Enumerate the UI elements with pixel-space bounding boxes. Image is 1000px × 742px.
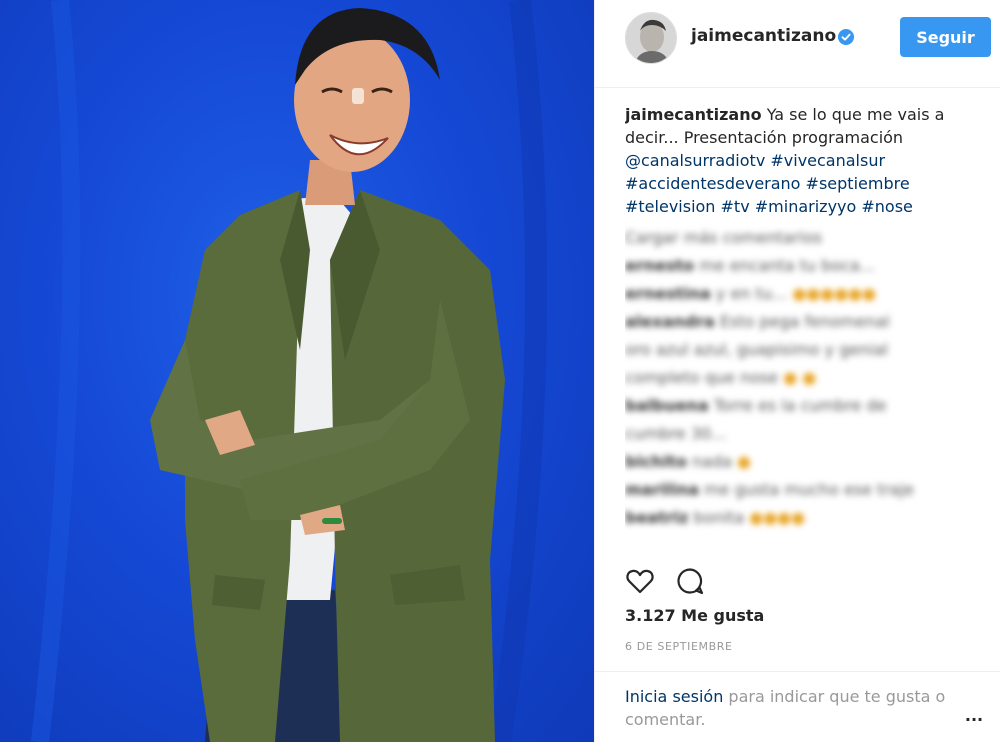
- likes-count[interactable]: 3.127 Me gusta: [625, 606, 764, 625]
- more-options-icon[interactable]: ...: [961, 708, 987, 726]
- username-link[interactable]: jaimecantizano: [691, 26, 836, 46]
- post-date: 6 DE SEPTIEMBRE: [625, 640, 733, 653]
- post-photo-illustration: [31, 0, 547, 742]
- follow-button[interactable]: Seguir: [900, 17, 991, 57]
- verified-badge-icon: [838, 29, 854, 45]
- login-link[interactable]: Inicia sesión: [625, 687, 723, 706]
- list-item: ernestina y en tu... ●●●●●●: [625, 284, 877, 303]
- comment-icon[interactable]: [675, 566, 705, 596]
- post-header: jaimecantizano Seguir: [595, 0, 1000, 88]
- caption-hashtags[interactable]: @canalsurradiotv #vivecanalsur #accident…: [625, 151, 913, 216]
- list-item: beatriz bonita ●●●●: [625, 508, 806, 527]
- list-item: ernesto me encanta tu boca...: [625, 256, 875, 275]
- post-actions: [625, 566, 715, 596]
- login-prompt: Inicia sesión para indicar que te gusta …: [625, 685, 955, 731]
- avatar[interactable]: [625, 12, 677, 64]
- post-side-panel: jaimecantizano Seguir jaimecantizano Ya …: [594, 0, 1000, 742]
- post-caption: jaimecantizano Ya se lo que me vais a de…: [625, 103, 987, 218]
- list-item: oro azul azul, guapisimo y genial: [625, 340, 889, 359]
- list-item: marilina me gusta mucho ese traje: [625, 480, 914, 499]
- list-item: bichito nada ●: [625, 452, 751, 471]
- list-item: alexandra Esto pega fenomenal: [625, 312, 890, 331]
- caption-username[interactable]: jaimecantizano: [625, 105, 762, 124]
- list-item: Cargar más comentarios: [625, 228, 823, 247]
- heart-icon[interactable]: [625, 566, 655, 596]
- list-item: balbuena Torre es la cumbre de: [625, 396, 887, 415]
- avatar-image: [626, 13, 676, 63]
- post-photo[interactable]: [0, 0, 594, 742]
- login-footer: Inicia sesión para indicar que te gusta …: [595, 671, 1000, 742]
- blurred-comments: Cargar más comentarios ernesto me encant…: [625, 224, 987, 532]
- list-item: cumbre 30...: [625, 424, 727, 443]
- list-item: completo que nose ● ●: [625, 368, 817, 387]
- comments-area: jaimecantizano Ya se lo que me vais a de…: [625, 103, 987, 549]
